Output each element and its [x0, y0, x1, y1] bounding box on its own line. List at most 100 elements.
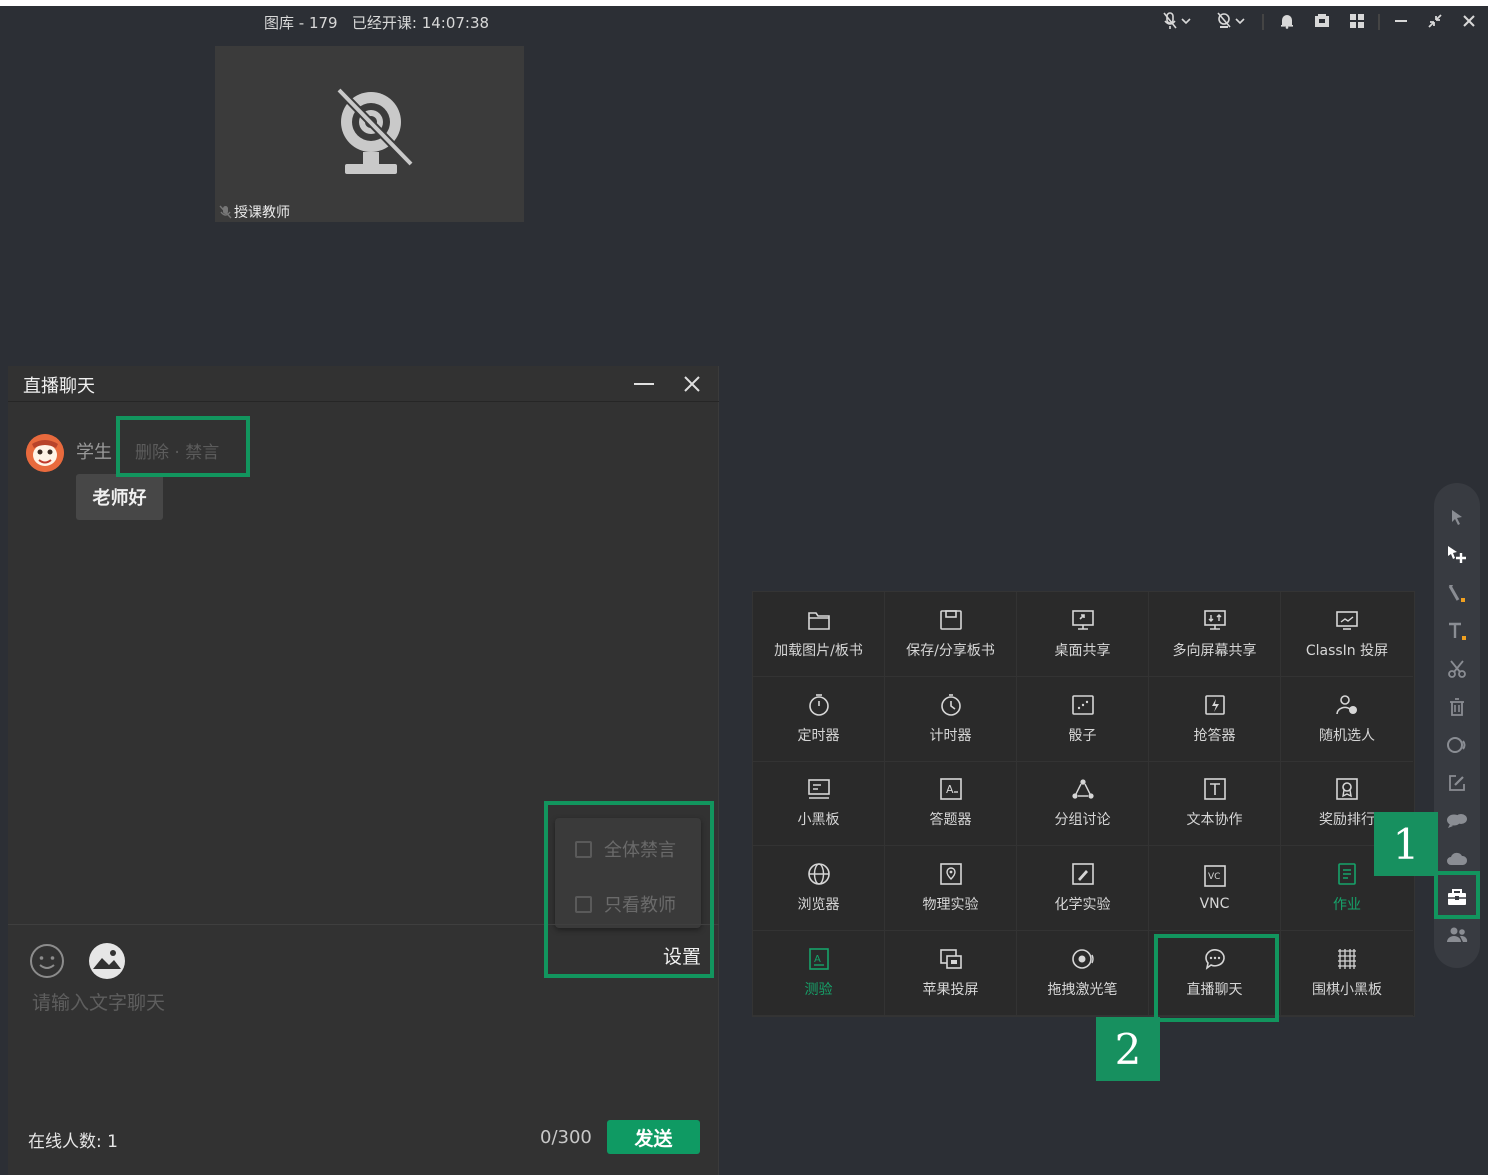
tool-label: 小黑板: [797, 812, 840, 829]
tool-quiz[interactable]: A 测验: [753, 931, 885, 1016]
go-board-icon: [1338, 949, 1356, 970]
tool-browser[interactable]: 浏览器: [753, 846, 885, 932]
text-icon[interactable]: [1445, 619, 1469, 643]
users-icon[interactable]: [1445, 923, 1469, 947]
tool-label: ClassIn 投屏: [1305, 642, 1389, 659]
shape-icon[interactable]: [1445, 733, 1469, 757]
cast-icon: [1336, 611, 1358, 630]
tool-go-board[interactable]: 围棋小黑板: [1281, 931, 1413, 1016]
tool-group-discuss[interactable]: 分组讨论: [1017, 761, 1149, 847]
cloud-icon[interactable]: [1445, 847, 1469, 871]
toolbox-panel: 加载图片/板书 保存/分享板书 桌面共享 多向屏幕共享 ClassIn 投屏 定…: [752, 591, 1415, 1017]
tool-classin-cast[interactable]: ClassIn 投屏: [1281, 592, 1413, 677]
step-badge-1: 1: [1374, 812, 1438, 876]
tool-label: 分组讨论: [1054, 812, 1111, 829]
tool-label: 抢答器: [1193, 727, 1236, 744]
step-badge-2: 2: [1096, 1017, 1160, 1081]
minimize-icon[interactable]: [1390, 10, 1412, 32]
teacher-video-tile[interactable]: 授课教师: [215, 46, 524, 222]
live-chat-panel: 直播聊天 学生 删除 · 禁言 老师好 全体禁言 只看教师 设置 在线人数: 1…: [8, 366, 719, 1175]
chat-input[interactable]: [32, 988, 532, 1018]
tool-label: 化学实验: [1054, 897, 1111, 914]
laser-icon: [1071, 949, 1094, 969]
add-select-icon[interactable]: [1445, 543, 1469, 567]
send-button[interactable]: 发送: [607, 1120, 700, 1154]
minimize-icon[interactable]: [632, 374, 656, 394]
tool-label: 骰子: [1068, 727, 1097, 744]
pen-icon[interactable]: [1445, 581, 1469, 605]
dice-icon: [1071, 694, 1094, 715]
tool-stopwatch[interactable]: 计时器: [885, 676, 1017, 762]
close-icon[interactable]: [1458, 10, 1480, 32]
tool-buzzer[interactable]: 抢答器: [1149, 676, 1281, 762]
mic-muted-icon: [219, 205, 232, 219]
folder-icon: [807, 612, 830, 630]
select-icon[interactable]: [1445, 505, 1469, 529]
edit-icon[interactable]: [1445, 771, 1469, 795]
highlight-settings: [544, 801, 714, 978]
bell-icon[interactable]: [1276, 10, 1298, 32]
close-icon[interactable]: [680, 372, 704, 396]
highlight-message-actions: [116, 416, 250, 477]
class-info: 图库 - 179 已经开课: 14:07:38: [264, 14, 490, 32]
globe-icon: [807, 863, 830, 886]
save-icon: [939, 610, 962, 630]
timer-icon: [808, 693, 829, 716]
tool-label: 随机选人: [1319, 727, 1375, 744]
tool-label: 保存/分享板书: [906, 642, 995, 659]
tool-save-board[interactable]: 保存/分享板书: [885, 592, 1017, 677]
group-icon: [1071, 779, 1094, 800]
chat-title: 直播聊天: [23, 376, 95, 397]
tool-load-image[interactable]: 加载图片/板书: [753, 592, 885, 677]
homework-icon: [1338, 863, 1356, 886]
image-icon[interactable]: [87, 941, 127, 981]
screen-icon[interactable]: [1311, 10, 1333, 32]
highlight-live-chat-tool: [1154, 934, 1279, 1022]
emoji-icon[interactable]: [28, 942, 66, 980]
tool-label: 围棋小黑板: [1312, 982, 1382, 999]
tool-answer[interactable]: A 答题器: [885, 761, 1017, 847]
tool-multi-screen[interactable]: 多向屏幕共享: [1149, 592, 1281, 677]
chemistry-icon: [1071, 863, 1094, 886]
trash-icon[interactable]: [1445, 695, 1469, 719]
tool-chemistry-lab[interactable]: 化学实验: [1017, 846, 1149, 932]
tool-airplay[interactable]: 苹果投屏: [885, 931, 1017, 1016]
tool-vnc[interactable]: VC VNC: [1149, 846, 1281, 932]
chat-header: 直播聊天: [8, 366, 719, 402]
tool-label: 文本协作: [1186, 812, 1243, 829]
video-label: 授课教师: [219, 202, 290, 222]
tool-label: 测验: [804, 982, 833, 999]
tool-label: 浏览器: [797, 897, 840, 914]
tool-label: 加载图片/板书: [774, 642, 863, 659]
tool-label: 多向屏幕共享: [1172, 642, 1257, 659]
message-sender: 学生: [76, 442, 112, 463]
divider: [1378, 14, 1380, 30]
restore-icon[interactable]: [1424, 10, 1446, 32]
tool-label: 答题器: [929, 812, 972, 829]
tool-desktop-share[interactable]: 桌面共享: [1017, 592, 1149, 677]
award-icon: [1336, 778, 1358, 801]
buzzer-icon: [1204, 694, 1225, 715]
camera-icon[interactable]: [1214, 10, 1250, 32]
tool-text-collab[interactable]: 文本协作: [1149, 761, 1281, 847]
tool-dice[interactable]: 骰子: [1017, 676, 1149, 762]
grid-icon[interactable]: [1346, 10, 1368, 32]
tool-label: 奖励排行: [1319, 812, 1375, 829]
tool-random-pick[interactable]: 随机选人: [1281, 677, 1413, 762]
mic-icon[interactable]: [1160, 10, 1196, 32]
tool-blackboard[interactable]: 小黑板: [753, 761, 885, 847]
stopwatch-icon: [940, 693, 961, 716]
tool-label: 作业: [1333, 897, 1361, 914]
tool-label: VNC: [1199, 896, 1230, 913]
tool-label: 物理实验: [922, 897, 979, 914]
vnc-icon: VC: [1203, 865, 1226, 888]
tool-label: 桌面共享: [1054, 642, 1111, 659]
tool-physics-lab[interactable]: 物理实验: [885, 846, 1017, 932]
comment-icon[interactable]: [1445, 809, 1469, 833]
scissors-icon[interactable]: [1445, 657, 1469, 681]
tool-label: 苹果投屏: [922, 982, 979, 999]
tool-timer[interactable]: 定时器: [753, 676, 885, 762]
tool-label: 定时器: [797, 727, 840, 744]
avatar: [26, 434, 64, 472]
tool-laser-pointer[interactable]: 拖拽激光笔: [1017, 931, 1149, 1016]
